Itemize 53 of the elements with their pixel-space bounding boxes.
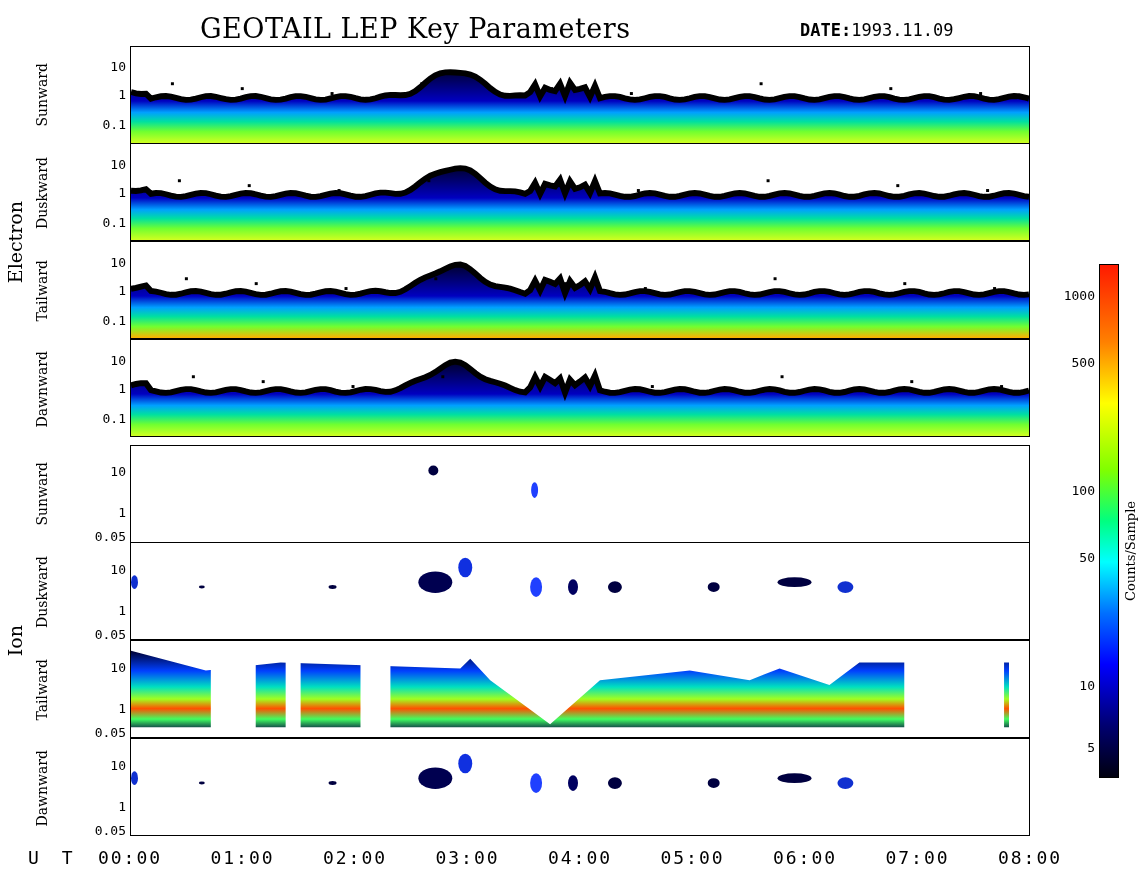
axis-tick-label: 10 bbox=[110, 254, 126, 270]
axis-tick-label: 10 bbox=[110, 156, 126, 172]
axis-tick-label: 0.1 bbox=[102, 116, 126, 132]
panel-label: Dawnward bbox=[34, 350, 50, 428]
axis-tick-label: 00:00 bbox=[97, 847, 163, 868]
panel-label: Tailward bbox=[34, 260, 50, 322]
axis-tick-label: 1 bbox=[118, 184, 126, 200]
colorbar-tick-label: 10 bbox=[1079, 677, 1095, 693]
date-text: DATE:1993.11.09 bbox=[800, 20, 954, 42]
axis-tick-label: 01:00 bbox=[210, 847, 275, 868]
colorbar-tick-label: 50 bbox=[1079, 549, 1095, 565]
axis-tick-label: 0.05 bbox=[94, 626, 126, 642]
axis-tick-label: 06:00 bbox=[772, 847, 838, 868]
axis-tick-label: 10 bbox=[110, 58, 126, 74]
axis-tick-label: 0.1 bbox=[102, 410, 126, 426]
axis-tick-label: 0.1 bbox=[102, 312, 126, 328]
colorbar-tick-label: 500 bbox=[1071, 354, 1095, 370]
axis-tick-label: 1 bbox=[118, 282, 126, 298]
axis-tick-label: 1 bbox=[118, 86, 126, 102]
panel-label: Duskward bbox=[34, 157, 50, 229]
panel-label: Sunward bbox=[34, 63, 50, 127]
axis-tick-label: 02:00 bbox=[322, 847, 388, 868]
axis-tick-label: 1 bbox=[118, 700, 126, 716]
axis-tick-label: 1 bbox=[118, 798, 126, 814]
axis-tick-label: 1 bbox=[118, 602, 126, 618]
axis-tick-label: 05:00 bbox=[660, 847, 725, 868]
axis-tick-label: 04:00 bbox=[547, 847, 613, 868]
plot-title: GEOTAIL LEP Key Parameters bbox=[200, 13, 632, 44]
colorbar-tick-label: 1000 bbox=[1063, 287, 1095, 303]
axis-tick-label: 0.05 bbox=[94, 528, 126, 544]
axis-tick-label: 10 bbox=[110, 352, 126, 368]
group-label: Electron bbox=[4, 200, 26, 284]
axis-tick-label: 10 bbox=[110, 463, 126, 479]
panel-label: Tailward bbox=[34, 659, 50, 721]
axis-label: U T bbox=[28, 847, 79, 868]
colorbar-tick-label: 5 bbox=[1087, 739, 1095, 755]
axis-tick-label: 10 bbox=[110, 659, 126, 675]
axis-tick-label: 0.05 bbox=[94, 724, 126, 740]
panel-label: Sunward bbox=[34, 462, 50, 526]
axis-tick-label: 07:00 bbox=[885, 847, 950, 868]
axis-tick-label: 1 bbox=[118, 380, 126, 396]
colorbar-tick-label: 100 bbox=[1071, 482, 1095, 498]
axis-tick-label: 0.05 bbox=[94, 822, 126, 838]
panel-label: Duskward bbox=[34, 556, 50, 628]
colorbar-title: Counts/Sample bbox=[1123, 500, 1138, 601]
panel-label: Dawnward bbox=[34, 749, 50, 827]
axis-tick-label: 03:00 bbox=[435, 847, 500, 868]
axis-tick-label: 08:00 bbox=[997, 847, 1063, 868]
axis-tick-label: 1 bbox=[118, 504, 126, 520]
group-label: Ion bbox=[4, 625, 26, 657]
axis-tick-label: 10 bbox=[110, 757, 126, 773]
axis-tick-label: 10 bbox=[110, 561, 126, 577]
axis-tick-label: 0.1 bbox=[102, 214, 126, 230]
